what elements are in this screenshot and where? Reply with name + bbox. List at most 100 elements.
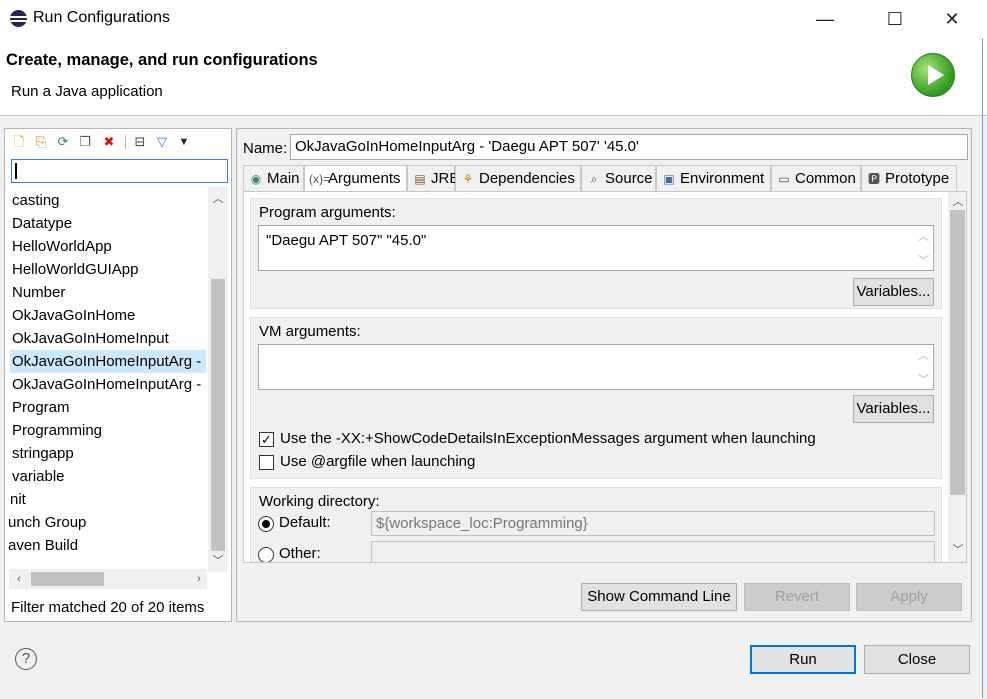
filter-icon[interactable]: ▽ <box>152 133 172 151</box>
prototype-tab-icon: 🅿 <box>867 172 880 186</box>
tree-item-junit[interactable]: nit <box>10 488 206 511</box>
vm-arguments-group: VM arguments: ︿ ﹀ Variables... ✓ Use the … <box>250 317 942 479</box>
textarea-scrollbar[interactable]: ︿ ﹀ <box>915 226 933 270</box>
tab-common[interactable]: ▭ Common <box>771 165 861 191</box>
show-command-line-button[interactable]: Show Command Line <box>581 583 737 611</box>
tab-bar: ◉ Main (x)=Arguments ▤ JRE ⚘ Dependencies ⌕… <box>243 165 967 192</box>
apply-button[interactable]: Apply <box>856 583 962 611</box>
tab-dependencies[interactable]: ⚘ Dependencies <box>455 165 581 191</box>
environment-tab-icon: ▣ <box>663 172 675 186</box>
tab-arguments[interactable]: (x)=Arguments <box>304 165 407 192</box>
filter-input[interactable] <box>11 159 228 183</box>
tree-item-okjavagoinhome[interactable]: OkJavaGoInHome <box>12 304 208 327</box>
tree-item-program[interactable]: Program <box>12 396 208 419</box>
banner-subheading: Run a Java application <box>11 83 163 100</box>
new-prototype-icon[interactable]: ⎘ <box>31 133 51 151</box>
tree-item-okjavagoinhomeinput[interactable]: OkJavaGoInHomeInput <box>12 327 208 350</box>
title-bar: Run Configurations — ☐ ✕ <box>0 0 987 38</box>
tree-item-launch-group[interactable]: unch Group <box>8 511 204 534</box>
scroll-up-icon[interactable]: ︿ <box>210 191 226 207</box>
arguments-tab-content: Program arguments: "Daegu APT 507" "45.0… <box>243 191 967 563</box>
show-code-details-checkbox[interactable]: ✓ <box>259 432 274 447</box>
tree-item-number[interactable]: Number <box>12 281 208 304</box>
tree-item-programming[interactable]: Programming <box>12 419 208 442</box>
program-arguments-group: Program arguments: "Daegu APT 507" "45.0… <box>250 198 942 309</box>
close-button[interactable]: Close <box>864 645 970 674</box>
tree-item-okjavagoinhomeinputarg-2[interactable]: OkJavaGoInHomeInputArg - <box>12 373 208 396</box>
jre-tab-icon: ▤ <box>414 172 426 186</box>
tree-item-variable[interactable]: variable <box>12 465 208 488</box>
tree-item-helloworldapp[interactable]: HelloWorldApp <box>12 235 208 258</box>
tab-label: Main <box>267 170 300 187</box>
vm-arguments-input[interactable]: ︿ ﹀ <box>258 344 934 390</box>
dependencies-tab-icon: ⚘ <box>462 172 474 186</box>
other-label: Other: <box>279 545 321 562</box>
duplicate-icon[interactable]: ❐ <box>75 133 95 151</box>
arguments-tab-icon: (x)= <box>309 172 330 186</box>
argfile-checkbox[interactable] <box>259 455 274 470</box>
common-tab-icon: ▭ <box>778 172 790 186</box>
content-vertical-scrollbar[interactable]: ︿ ﹀ <box>948 192 966 562</box>
program-variables-button[interactable]: Variables... <box>853 278 934 306</box>
tab-label: Arguments <box>328 170 401 187</box>
window-title: Run Configurations <box>33 9 170 26</box>
tab-label: Source <box>605 170 653 187</box>
maximize-button[interactable]: ☐ <box>872 0 918 38</box>
run-button[interactable]: Run <box>750 645 856 674</box>
tab-source[interactable]: ⌕ Source <box>581 165 656 191</box>
tab-jre[interactable]: ▤ JRE <box>407 165 459 191</box>
working-directory-label: Working directory: <box>259 493 380 510</box>
configuration-list-panel: 🗋 ⎘ ⟳ ❐ ✖ ⊟ ▽ ▼ casting Datatype HelloWo… <box>4 128 232 622</box>
run-icon <box>911 53 955 97</box>
minimize-button[interactable]: — <box>802 0 848 38</box>
name-input[interactable]: OkJavaGoInHomeInputArg - 'Daegu APT 507'… <box>290 134 968 160</box>
tree-vertical-scrollbar[interactable]: ︿ ﹀ <box>208 187 228 572</box>
program-arguments-label: Program arguments: <box>259 204 396 221</box>
tree-item-casting[interactable]: casting <box>12 189 208 212</box>
scroll-right-icon[interactable]: › <box>191 571 207 587</box>
scroll-left-icon[interactable]: ‹ <box>11 571 27 587</box>
configuration-tree: casting Datatype HelloWorldApp HelloWorl… <box>5 187 208 567</box>
show-code-details-label: Use the -XX:+ShowCodeDetailsInExceptionM… <box>280 430 816 447</box>
toolbar-separator <box>125 135 126 149</box>
tree-horizontal-scrollbar[interactable]: ‹ › <box>9 569 207 589</box>
tab-label: Prototype <box>885 170 950 187</box>
tree-item-okjavagoinhomeinputarg-selected[interactable]: OkJavaGoInHomeInputArg - <box>10 350 206 373</box>
revert-button[interactable]: Revert <box>744 583 850 611</box>
new-configuration-icon[interactable]: 🗋 <box>9 133 29 151</box>
export-icon[interactable]: ⟳ <box>53 133 73 151</box>
tree-item-stringapp[interactable]: stringapp <box>12 442 208 465</box>
name-label: Name: <box>243 140 288 157</box>
vm-arguments-label: VM arguments: <box>259 323 361 340</box>
tree-item-datatype[interactable]: Datatype <box>12 212 208 235</box>
scroll-up-icon[interactable]: ︿ <box>950 194 966 210</box>
banner-heading: Create, manage, and run configurations <box>6 51 318 69</box>
program-arguments-input[interactable]: "Daegu APT 507" "45.0" ︿ ﹀ <box>258 225 934 271</box>
tab-main[interactable]: ◉ Main <box>243 165 304 191</box>
close-window-button[interactable]: ✕ <box>929 0 975 38</box>
default-label: Default: <box>279 514 331 531</box>
tab-prototype[interactable]: 🅿 Prototype <box>861 165 957 191</box>
eclipse-icon <box>10 10 27 27</box>
default-radio[interactable] <box>258 516 274 532</box>
textarea-scrollbar[interactable]: ︿ ﹀ <box>915 345 933 389</box>
scroll-thumb[interactable] <box>950 210 965 495</box>
tab-environment[interactable]: ▣ Environment <box>656 165 771 191</box>
argfile-label: Use @argfile when launching <box>280 453 476 470</box>
vm-variables-button[interactable]: Variables... <box>853 395 934 423</box>
scroll-thumb-horizontal[interactable] <box>31 572 104 586</box>
tree-item-maven-build[interactable]: aven Build <box>8 534 204 557</box>
chevron-down-icon[interactable]: ▼ <box>174 133 194 151</box>
help-icon[interactable]: ? <box>15 648 37 670</box>
scroll-down-icon[interactable]: ﹀ <box>210 553 226 569</box>
delete-icon[interactable]: ✖ <box>99 133 119 151</box>
scroll-down-icon[interactable]: ﹀ <box>950 542 966 558</box>
other-directory-field[interactable] <box>371 541 935 562</box>
scroll-thumb[interactable] <box>211 279 225 551</box>
other-radio[interactable] <box>258 547 274 562</box>
tab-label: Environment <box>680 170 765 187</box>
tree-item-helloworldguiapp[interactable]: HelloWorldGUIApp <box>12 258 208 281</box>
collapse-all-icon[interactable]: ⊟ <box>130 133 150 151</box>
default-directory-field: ${workspace_loc:Programming} <box>371 511 935 536</box>
program-arguments-text: "Daegu APT 507" "45.0" <box>266 232 427 249</box>
